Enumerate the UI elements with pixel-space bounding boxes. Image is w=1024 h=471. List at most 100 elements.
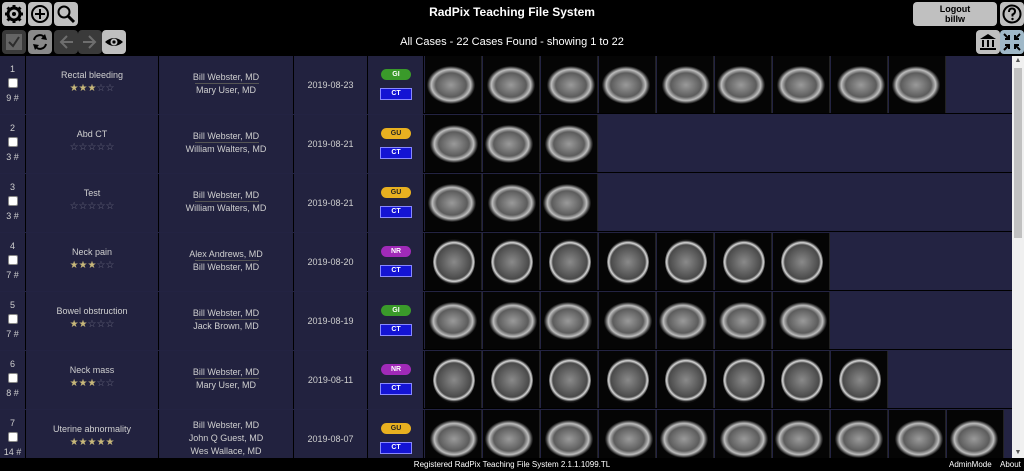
star-rating[interactable]: ★★☆☆☆ (26, 319, 158, 330)
case-thumbnail[interactable] (425, 115, 482, 172)
star-rating[interactable]: ★★★☆☆ (26, 378, 158, 389)
case-thumbnail[interactable] (715, 410, 772, 458)
case-thumbnail[interactable] (541, 56, 598, 113)
case-thumbnail[interactable] (599, 292, 656, 349)
case-title[interactable]: Rectal bleeding (26, 70, 158, 80)
case-thumbnail[interactable] (889, 56, 946, 113)
star-icon[interactable]: ★ (79, 378, 88, 389)
star-rating[interactable]: ☆☆☆☆☆ (26, 201, 158, 212)
case-title-cell[interactable]: Bowel obstruction ★★☆☆☆ (26, 292, 159, 350)
case-title-cell[interactable]: Neck mass ★★★☆☆ (26, 351, 159, 409)
case-title-cell[interactable]: Uterine abnormality ★★★★★ (26, 410, 159, 458)
star-icon[interactable]: ★ (79, 83, 88, 94)
help-button[interactable] (1000, 2, 1024, 26)
case-thumbnail[interactable] (483, 115, 540, 172)
star-icon[interactable]: ☆ (70, 142, 79, 153)
case-thumbnail[interactable] (599, 351, 656, 408)
star-icon[interactable]: ★ (70, 437, 79, 448)
case-row[interactable]: 57 # Bowel obstruction ★★☆☆☆ Bill Webster, … (0, 292, 1012, 350)
case-thumbnail[interactable] (715, 351, 772, 408)
case-row[interactable]: 68 # Neck mass ★★★☆☆ Bill Webster, MD Mary U… (0, 351, 1012, 409)
case-thumbnail[interactable] (541, 410, 598, 458)
star-rating[interactable]: ★★★☆☆ (26, 83, 158, 94)
case-thumbnail[interactable] (831, 351, 888, 408)
collapse-button[interactable] (1000, 30, 1024, 54)
case-thumbnail[interactable] (599, 410, 656, 458)
case-thumbnail[interactable] (715, 292, 772, 349)
case-checkbox[interactable] (8, 314, 18, 324)
scroll-up-arrow-icon[interactable]: ▲ (1012, 56, 1024, 66)
case-thumbnail[interactable] (425, 292, 482, 349)
case-checkbox[interactable] (8, 137, 18, 147)
scroll-down-arrow-icon[interactable]: ▼ (1012, 448, 1024, 458)
case-thumbnail[interactable] (657, 351, 714, 408)
case-thumbnail[interactable] (541, 233, 598, 290)
case-thumbnail[interactable] (715, 56, 772, 113)
case-thumbnail[interactable] (483, 410, 540, 458)
case-thumbnail[interactable] (773, 292, 830, 349)
modality-tag[interactable]: CT (380, 147, 412, 159)
star-icon[interactable]: ★ (70, 260, 79, 271)
case-title[interactable]: Neck mass (26, 365, 158, 375)
case-checkbox[interactable] (8, 255, 18, 265)
modality-tag[interactable]: CT (380, 88, 412, 100)
scroll-thumb[interactable] (1014, 68, 1022, 238)
case-title[interactable]: Uterine abnormality (26, 424, 158, 434)
modality-tag[interactable]: CT (380, 324, 412, 336)
case-thumbnail[interactable] (483, 233, 540, 290)
case-title[interactable]: Bowel obstruction (26, 306, 158, 316)
case-thumbnail[interactable] (657, 410, 714, 458)
case-thumbnail[interactable] (773, 233, 830, 290)
case-thumbnail[interactable] (541, 351, 598, 408)
star-icon[interactable]: ★ (105, 437, 114, 448)
modality-tag[interactable]: CT (380, 265, 412, 277)
case-thumbnail[interactable] (483, 292, 540, 349)
case-thumbnail[interactable] (541, 115, 598, 172)
case-checkbox[interactable] (8, 78, 18, 88)
star-rating[interactable]: ★★★☆☆ (26, 260, 158, 271)
case-thumbnail[interactable] (425, 351, 482, 408)
case-title-cell[interactable]: Rectal bleeding ★★★☆☆ (26, 56, 159, 114)
case-thumbnail[interactable] (831, 410, 888, 458)
system-tag[interactable]: GU (381, 423, 411, 434)
modality-tag[interactable]: CT (380, 442, 412, 454)
star-icon[interactable]: ☆ (105, 260, 114, 271)
case-thumbnail[interactable] (831, 56, 888, 113)
case-title[interactable]: Abd CT (26, 129, 158, 139)
case-row[interactable]: 7 14 # Uterine abnormality ★★★★★ Bill Webste… (0, 410, 1012, 458)
case-thumbnail[interactable] (657, 233, 714, 290)
star-icon[interactable]: ☆ (79, 201, 88, 212)
vertical-scrollbar[interactable]: ▲ ▼ (1012, 56, 1024, 458)
case-title-cell[interactable]: Neck pain ★★★☆☆ (26, 233, 159, 291)
star-icon[interactable]: ☆ (105, 83, 114, 94)
case-thumbnail[interactable] (425, 233, 482, 290)
case-title-cell[interactable]: Abd CT ☆☆☆☆☆ (26, 115, 159, 173)
modality-tag[interactable]: CT (380, 383, 412, 395)
case-thumbnail[interactable] (541, 292, 598, 349)
case-thumbnail[interactable] (425, 174, 482, 231)
case-thumbnail[interactable] (483, 174, 540, 231)
case-row[interactable]: 2 3 # Abd CT ☆☆☆☆☆ Bill Webster, MD William W… (0, 115, 1012, 173)
case-thumbnail[interactable] (889, 410, 946, 458)
case-title-cell[interactable]: Test ☆☆☆☆☆ (26, 174, 159, 232)
case-thumbnail[interactable] (541, 174, 598, 231)
system-tag[interactable]: NR (381, 246, 411, 257)
star-icon[interactable]: ☆ (105, 378, 114, 389)
case-thumbnail[interactable] (657, 292, 714, 349)
case-thumbnail[interactable] (483, 56, 540, 113)
system-tag[interactable]: GU (381, 128, 411, 139)
case-checkbox[interactable] (8, 196, 18, 206)
about-link[interactable]: About (1000, 460, 1021, 469)
case-thumbnail[interactable] (599, 56, 656, 113)
case-checkbox[interactable] (8, 432, 18, 442)
case-thumbnail[interactable] (773, 56, 830, 113)
case-thumbnail[interactable] (947, 410, 1004, 458)
case-row[interactable]: 3 3 # Test ☆☆☆☆☆ Bill Webster, MD William Wal… (0, 174, 1012, 232)
case-title[interactable]: Neck pain (26, 247, 158, 257)
star-icon[interactable]: ★ (70, 378, 79, 389)
star-icon[interactable]: ★ (79, 319, 88, 330)
case-title[interactable]: Test (26, 188, 158, 198)
system-tag[interactable]: GI (381, 69, 411, 80)
star-icon[interactable]: ☆ (105, 201, 114, 212)
case-checkbox[interactable] (8, 373, 18, 383)
